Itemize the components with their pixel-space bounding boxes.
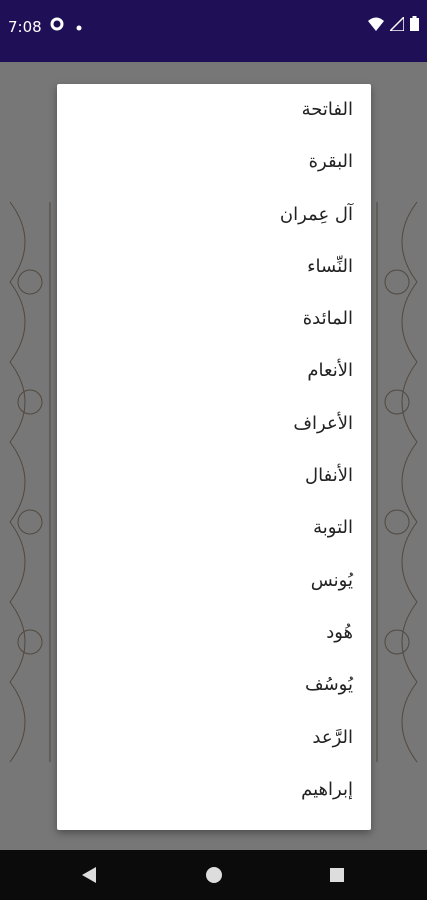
ornament-left-decoration [9,201,51,763]
recents-icon[interactable] [328,865,346,889]
surah-item[interactable]: النِّساء [57,241,371,293]
back-icon[interactable] [80,865,98,889]
surah-item[interactable]: آل عِمران [57,189,371,241]
ornament-right-decoration [376,201,418,763]
surah-item[interactable]: هُود [57,607,371,659]
surah-item[interactable]: الأعراف [57,398,371,450]
battery-icon [410,16,419,35]
surah-item[interactable]: الفاتحة [57,84,371,136]
status-right-icons [368,15,419,35]
dot-icon [76,16,82,35]
surah-item[interactable]: يُونس [57,555,371,607]
surah-item[interactable]: التوبة [57,502,371,554]
signal-icon [388,15,405,35]
surah-item[interactable]: المائدة [57,293,371,345]
surah-list: الفاتحة البقرة آل عِمران النِّساء المائد… [57,84,371,816]
navigation-bar [0,850,427,900]
gear-icon [50,16,64,35]
surah-dropdown-menu: الفاتحة البقرة آل عِمران النِّساء المائد… [57,84,371,830]
status-left-icons [50,16,82,35]
surah-item[interactable]: الأنفال [57,450,371,502]
surah-item[interactable]: يُوسُف [57,659,371,711]
status-time: 7:08 [8,18,42,36]
surah-item[interactable]: إبراهيم [57,764,371,816]
home-icon[interactable] [205,865,223,889]
wifi-icon [368,16,384,35]
surah-item[interactable]: البقرة [57,136,371,188]
status-bar: 7:08 [0,0,427,62]
surah-item[interactable]: الرَّعد [57,712,371,764]
surah-item[interactable]: الأنعام [57,345,371,397]
